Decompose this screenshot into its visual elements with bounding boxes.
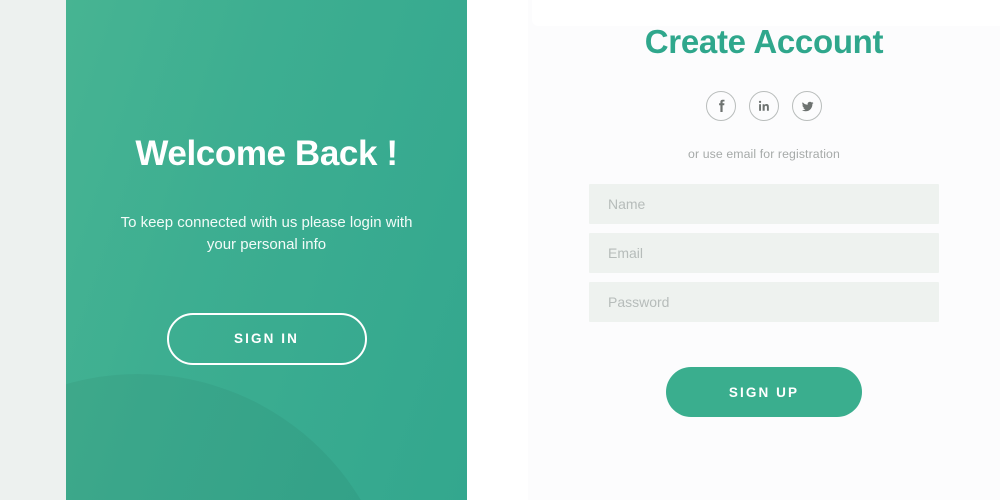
twitter-icon [799,98,816,115]
create-account-panel: Create Account or use email for registra… [528,0,1000,500]
welcome-subtitle: To keep connected with us please login w… [120,213,413,254]
registration-form [589,184,939,323]
welcome-panel-content: Welcome Back ! To keep connected with us… [66,0,467,500]
social-login-row [706,91,822,122]
sign-up-button[interactable]: SIGN UP [666,367,862,418]
name-input[interactable] [589,184,939,225]
facebook-icon [713,98,729,114]
password-input[interactable] [589,282,939,323]
signup-screen: Welcome Back ! To keep connected with us… [0,0,1000,500]
facebook-login-button[interactable] [706,91,736,122]
linkedin-icon [756,98,772,114]
page-title: Create Account [644,23,884,60]
welcome-title: Welcome Back ! [135,134,398,174]
linkedin-login-button[interactable] [749,91,779,122]
twitter-login-button[interactable] [792,91,822,122]
email-input[interactable] [589,233,939,274]
social-divider-text: or use email for registration [688,147,840,162]
sign-in-button[interactable]: SIGN IN [166,312,367,365]
